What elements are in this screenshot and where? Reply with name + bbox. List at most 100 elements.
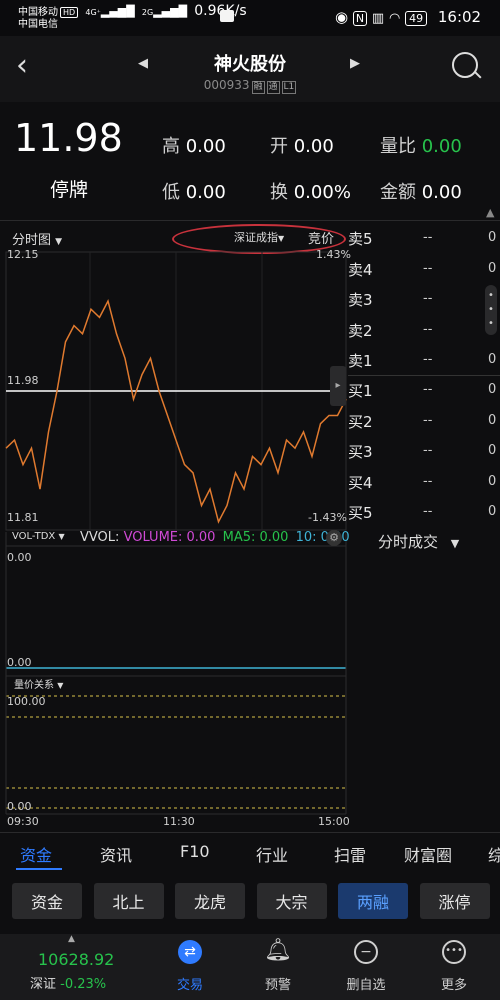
order-volume: 0 (488, 260, 497, 276)
order-volume: 0 (488, 443, 497, 458)
chevron-down-icon: ▼ (58, 532, 65, 541)
open-quote: 开 0.00 (270, 136, 334, 157)
header: ‹ ◀ ▶ 神火股份 000933 融通 L1 (0, 36, 500, 102)
order-row: 卖2--0 (348, 320, 500, 344)
x-label-midday: 11:30 (163, 815, 195, 828)
amount-quote: 金额 0.00 (380, 182, 462, 203)
expand-handle-icon[interactable]: ▸ (330, 366, 346, 406)
filter-button[interactable]: 两融 (338, 883, 408, 919)
order-row: 卖5 -- 0 (348, 228, 500, 252)
order-row: 买4 -- 0 (348, 472, 500, 496)
active-tab-underline (16, 868, 62, 870)
carrier-2: 中国电信 (18, 19, 58, 30)
tick-trades-dropdown[interactable]: 分时成交 ▼ (378, 531, 459, 552)
order-row: 买2 -- 0 (348, 411, 500, 435)
filter-button[interactable]: 涨停 (419, 883, 490, 919)
order-volume: 0 (488, 412, 497, 428)
x-label-close: 15:00 (318, 815, 350, 828)
order-row: 买1 -- 0 (348, 380, 500, 404)
order-row: 卖4 -- 0 (348, 259, 500, 283)
order-row: 卖1 -- 0 (348, 350, 500, 374)
vol-label-bottom: 0.00 (7, 656, 32, 669)
battery-icon: 49 (405, 11, 428, 26)
side-menu-icon[interactable]: • • • (485, 285, 497, 335)
x-label-open: 09:30 (7, 815, 39, 828)
order-row: 买3 -- 0 (348, 441, 500, 465)
order-book: 卖5 -- 0 卖4 -- 0 卖3 -- 0 卖2 -- 0 卖1 -- 0 买1 -- 0 买2 -- 0 买3 -- 0… (348, 222, 500, 522)
current-price: 11.98 (14, 116, 123, 160)
order-level-label: 买5 (348, 504, 373, 522)
vibrate-icon: ▥ (371, 11, 385, 26)
order-volume: 0 (488, 230, 497, 245)
tab-item[interactable]: 综 (488, 842, 500, 866)
order-volume: 0 (488, 473, 497, 489)
order-level-label: 卖2 (348, 321, 373, 340)
tab-item[interactable]: 财富圈 (404, 842, 452, 866)
tab-item[interactable]: F10 (180, 842, 210, 861)
order-volume: 0 (488, 352, 497, 367)
filter-button[interactable]: 龙虎 (175, 883, 245, 919)
tag-margin: 融 (251, 81, 265, 94)
filter-button[interactable]: 大宗 (256, 883, 327, 919)
nav-alert[interactable]: 预警 (238, 974, 318, 993)
rel-label-top: 100.00 (7, 695, 46, 708)
order-volume: 0 (488, 504, 497, 519)
chevron-down-icon: ▼ (450, 537, 460, 550)
status-bar: 中国移动HD 4G⁺▂▄▆█ 2G▂▄▆█ 0.96K/s 中国电信 ◉ N ▥… (0, 0, 500, 36)
volume-ratio-quote: 量比 0.00 (380, 136, 462, 157)
order-price: -- (423, 260, 433, 276)
chevron-down-icon: ▼ (57, 681, 64, 690)
app-notification-icon (220, 10, 234, 22)
remove-circle-icon[interactable]: − (326, 940, 406, 964)
y-label-mid: 11.98 (7, 374, 39, 387)
tag-level: L1 (281, 81, 297, 94)
tab-item[interactable]: 资讯 (100, 842, 132, 866)
vol-indicator-dropdown[interactable]: VOL-TDX ▼ (12, 531, 65, 542)
tag-connect: 通 (266, 81, 280, 94)
order-price: -- (423, 291, 433, 306)
order-volume: 0 (488, 382, 497, 397)
tab-item[interactable]: 资金 (20, 842, 52, 866)
bottom-nav: ▲ 10628.92 深证 -0.23% ⇄ 交易 🔔︎ 预警 − 删自选 ••… (0, 934, 500, 1000)
more-icon[interactable]: ••• (414, 940, 494, 964)
expand-arrow-icon[interactable]: ▲ (486, 206, 494, 219)
carrier-1: 中国移动HD 4G⁺▂▄▆█ 2G▂▄▆█ 0.96K/s (18, 4, 247, 18)
filter-button[interactable]: 资金 (12, 883, 82, 919)
eye-icon: ◉ (335, 8, 349, 26)
stock-code: 000933 (203, 78, 250, 92)
nav-remove-watchlist[interactable]: 删自选 (326, 974, 406, 993)
wifi-icon: ◠ (388, 11, 401, 26)
exchange-icon[interactable]: ⇄ (150, 940, 230, 964)
order-level-label: 卖5 (348, 230, 373, 248)
relation-dropdown[interactable]: 量价关系 ▼ (14, 676, 63, 691)
order-price: -- (423, 321, 433, 337)
tab-item[interactable]: 行业 (256, 842, 288, 866)
filter-button[interactable]: 北上 (93, 883, 164, 919)
order-row: 买5 -- 0 (348, 502, 500, 526)
order-price: -- (423, 230, 433, 245)
index-summary[interactable]: 深证 -0.23% (30, 973, 106, 992)
bell-icon[interactable]: 🔔︎ (238, 938, 318, 963)
order-level-label: 买3 (348, 443, 373, 461)
chevron-up-icon[interactable]: ▲ (68, 934, 75, 944)
nfc-icon: N (352, 11, 368, 26)
divider (0, 832, 500, 833)
status-icons: ◉ N ▥ ◠ 49 16:02 (335, 8, 481, 26)
clock: 16:02 (437, 8, 482, 26)
divider (0, 220, 500, 221)
order-level-label: 买4 (348, 473, 373, 492)
search-icon[interactable] (452, 52, 482, 79)
order-level-label: 卖1 (348, 352, 373, 370)
turnover-quote: 换 0.00% (270, 182, 351, 203)
order-price: -- (423, 412, 433, 428)
high-quote: 高 0.00 (162, 136, 226, 157)
pct-label-low: -1.43% (308, 511, 347, 524)
nav-more[interactable]: 更多 (414, 974, 494, 993)
settings-icon[interactable]: ⚙ (326, 530, 342, 546)
nav-trade[interactable]: 交易 (150, 974, 230, 993)
low-quote: 低 0.00 (162, 182, 226, 203)
tab-item[interactable]: 扫雷 (334, 842, 366, 866)
order-level-label: 买2 (348, 412, 373, 431)
y-label-high: 12.15 (7, 248, 39, 261)
order-level-label: 卖4 (348, 260, 373, 279)
